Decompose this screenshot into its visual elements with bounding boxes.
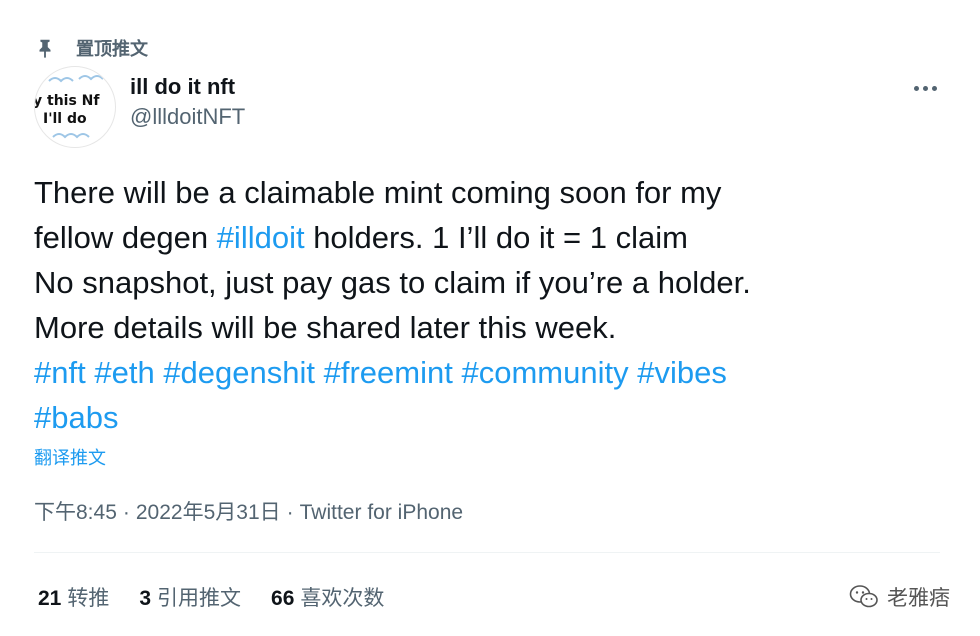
pinned-label: 置顶推文 — [76, 39, 148, 59]
meta-separator: · — [286, 501, 294, 524]
avatar-image: y this Nf I'll do — [35, 75, 104, 139]
retweets-label: 转推 — [67, 587, 110, 610]
tweet-source[interactable]: Twitter for iPhone — [300, 501, 463, 524]
tweet-line: More details will be shared later this w… — [34, 310, 617, 345]
hashtag-link[interactable]: #vibes — [637, 355, 727, 390]
hashtag-link[interactable]: #freemint — [324, 355, 453, 390]
pinned-indicator: 置顶推文 — [34, 34, 148, 62]
likes-stat[interactable]: 66 喜欢次数 — [271, 582, 384, 612]
divider — [34, 552, 940, 553]
more-options-button[interactable] — [908, 78, 942, 98]
more-dot — [931, 85, 937, 91]
hashtag-link[interactable]: #eth — [94, 355, 154, 390]
likes-count: 66 — [271, 587, 295, 610]
hashtag-link[interactable]: #babs — [34, 400, 118, 435]
quotes-stat[interactable]: 3 引用推文 — [139, 582, 241, 612]
hashtag-line: #nft #eth #degenshit #freemint #communit… — [34, 350, 934, 395]
avatar-text-line1: y this Nf — [35, 93, 100, 109]
watermark: 老雅痞 — [849, 582, 950, 612]
tweet-text-segment: fellow degen — [34, 220, 217, 255]
avatar-text-line2: I'll do — [43, 111, 87, 127]
tweet-meta: 下午8:45 · 2022年5月31日 · Twitter for iPhone — [34, 496, 463, 526]
tweet-line: There will be a claimable mint coming so… — [34, 175, 722, 210]
watermark-text: 老雅痞 — [887, 587, 950, 610]
wechat-icon — [849, 585, 878, 608]
tweet-line: No snapshot, just pay gas to claim if yo… — [34, 265, 751, 300]
hashtag-link[interactable]: #illdoit — [217, 220, 305, 255]
pin-icon — [39, 39, 51, 59]
hashtag-line: #babs — [34, 395, 934, 440]
hashtag-link[interactable]: #degenshit — [163, 355, 315, 390]
avatar[interactable]: y this Nf I'll do — [34, 66, 116, 148]
retweets-count: 21 — [38, 587, 62, 610]
author-name[interactable]: ill do it nft — [130, 74, 245, 100]
tweet-text-segment: holders. 1 I’ll do it = 1 claim — [304, 220, 688, 255]
quotes-count: 3 — [139, 587, 152, 610]
tweet-line: fellow degen #illdoit holders. 1 I’ll do… — [34, 215, 934, 260]
hashtag-link[interactable]: #community — [461, 355, 628, 390]
translate-tweet-link[interactable]: 翻译推文 — [34, 444, 106, 470]
tweet-time[interactable]: 下午8:45 — [34, 501, 117, 524]
likes-label: 喜欢次数 — [300, 587, 385, 610]
retweets-stat[interactable]: 21 转推 — [38, 582, 109, 612]
author-handle[interactable]: @llldoitNFT — [130, 104, 245, 130]
hashtag-link[interactable]: #nft — [34, 355, 86, 390]
meta-separator: · — [122, 501, 130, 524]
tweet-stats: 21 转推 3 引用推文 66 喜欢次数 — [38, 582, 384, 612]
tweet-header: y this Nf I'll do ill do it nft @llldoit… — [34, 66, 950, 148]
more-horizontal-icon — [913, 85, 919, 91]
tweet-text: There will be a claimable mint coming so… — [34, 170, 934, 440]
author-info: ill do it nft @llldoitNFT — [130, 74, 245, 130]
more-dot — [922, 85, 928, 91]
tweet-date[interactable]: 2022年5月31日 — [136, 501, 281, 524]
quotes-label: 引用推文 — [157, 587, 242, 610]
